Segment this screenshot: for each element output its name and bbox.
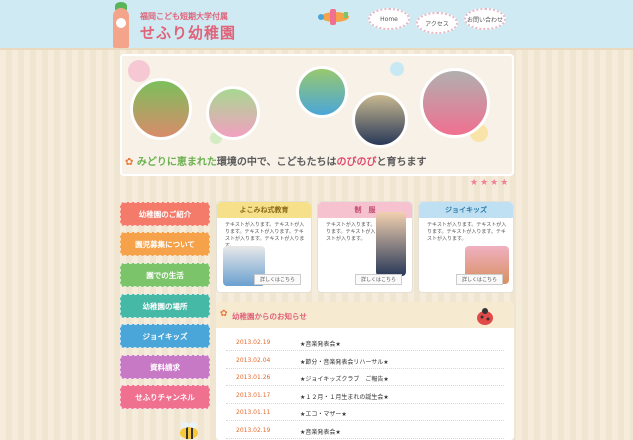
news-title: 幼稚園からのお知らせ bbox=[232, 312, 307, 321]
card-joy-kids[interactable]: ジョイキッズ テキストが入ります。テキストが入ります。テキストが入ります。テキス… bbox=[418, 201, 514, 293]
site-title[interactable]: せふり幼稚園 bbox=[140, 22, 236, 43]
nav-contact-button[interactable]: お問い合わせ bbox=[464, 8, 506, 30]
child-photo bbox=[420, 68, 490, 138]
children-uniform-photo bbox=[352, 92, 408, 148]
card-uniform[interactable]: 制 服 テキストが入ります。テキストが入ります。テキストが入ります。テキストが入… bbox=[317, 201, 413, 293]
news-item[interactable]: 2013.01.11 ★エコ・マザー★ bbox=[226, 404, 504, 421]
news-item[interactable]: 2013.01.26 ★ジョイキッズクラブ ご報告★ bbox=[226, 369, 504, 386]
child-photo bbox=[130, 78, 192, 140]
site-header: 福岡こども短期大学付属 せふり幼稚園 Home アクセス お問い合わせ bbox=[0, 0, 633, 50]
flower-icon: ✿ bbox=[220, 309, 228, 319]
news-item[interactable]: 2013.01.17 ★１２月・１月生まれの誕生会★ bbox=[226, 387, 504, 404]
sidebar-item-joy-kids[interactable]: ジョイキッズ bbox=[120, 324, 210, 348]
sidebar-item-daily-life[interactable]: 園での生活 bbox=[120, 263, 210, 287]
news-header: ✿ 幼稚園からのお知らせ bbox=[216, 302, 514, 328]
hero-tagline: ✿ みどりに恵まれた環境の中で、こどもたちはのびのびと育ちます bbox=[125, 157, 427, 168]
sidebar-item-location[interactable]: 幼稚園の場所 bbox=[120, 294, 210, 318]
card-more-link[interactable]: 詳しくはこちら bbox=[455, 274, 503, 285]
news-section: ✿ 幼稚園からのお知らせ 2013.02.19 ★音楽発表会★ 2013.02.0… bbox=[216, 302, 514, 440]
nav-home-button[interactable]: Home bbox=[368, 8, 410, 30]
ladybug-icon bbox=[477, 308, 493, 325]
sidebar-item-brochure-request[interactable]: 資料請求 bbox=[120, 355, 210, 379]
decor-bubble bbox=[390, 62, 404, 76]
card-more-link[interactable]: 詳しくはこちら bbox=[354, 274, 402, 285]
card-yokomine-education[interactable]: よこみね式教育 テキストが入ります。テキストが入ります。テキストが入ります。テキ… bbox=[216, 201, 312, 293]
card-title: よこみね式教育 bbox=[217, 202, 311, 218]
nav-access-button[interactable]: アクセス bbox=[416, 12, 458, 34]
airplane-icon bbox=[318, 9, 349, 25]
slide-indicator-stars[interactable]: ★★★★ bbox=[470, 178, 510, 188]
card-photo bbox=[376, 212, 406, 276]
sidebar-item-sefuri-channel[interactable]: せふりチャンネル bbox=[120, 385, 210, 409]
news-item[interactable]: 2013.02.04 ★節分・音楽発表会リハーサル★ bbox=[226, 352, 504, 369]
news-item[interactable]: 2013.02.19 ★音楽発表会★ bbox=[226, 334, 504, 351]
card-more-link[interactable]: 詳しくはこちら bbox=[253, 274, 301, 285]
child-photo bbox=[296, 66, 348, 118]
bee-mascot-icon bbox=[180, 422, 198, 439]
card-title: ジョイキッズ bbox=[419, 202, 513, 218]
sidebar-item-enrollment[interactable]: 園児募集について bbox=[120, 232, 210, 256]
news-item[interactable]: 2013.02.19 ★音楽発表会★ bbox=[226, 422, 504, 439]
card-text: テキストが入ります。テキストが入ります。テキストが入ります。テキストが入ります。 bbox=[427, 222, 507, 242]
child-photo bbox=[206, 86, 260, 140]
sidebar-item-about[interactable]: 幼稚園のご紹介 bbox=[120, 202, 210, 226]
decor-bubble bbox=[128, 60, 150, 82]
site-subtitle: 福岡こども短期大学付属 bbox=[140, 12, 228, 21]
logo-tower-icon[interactable] bbox=[113, 8, 129, 48]
